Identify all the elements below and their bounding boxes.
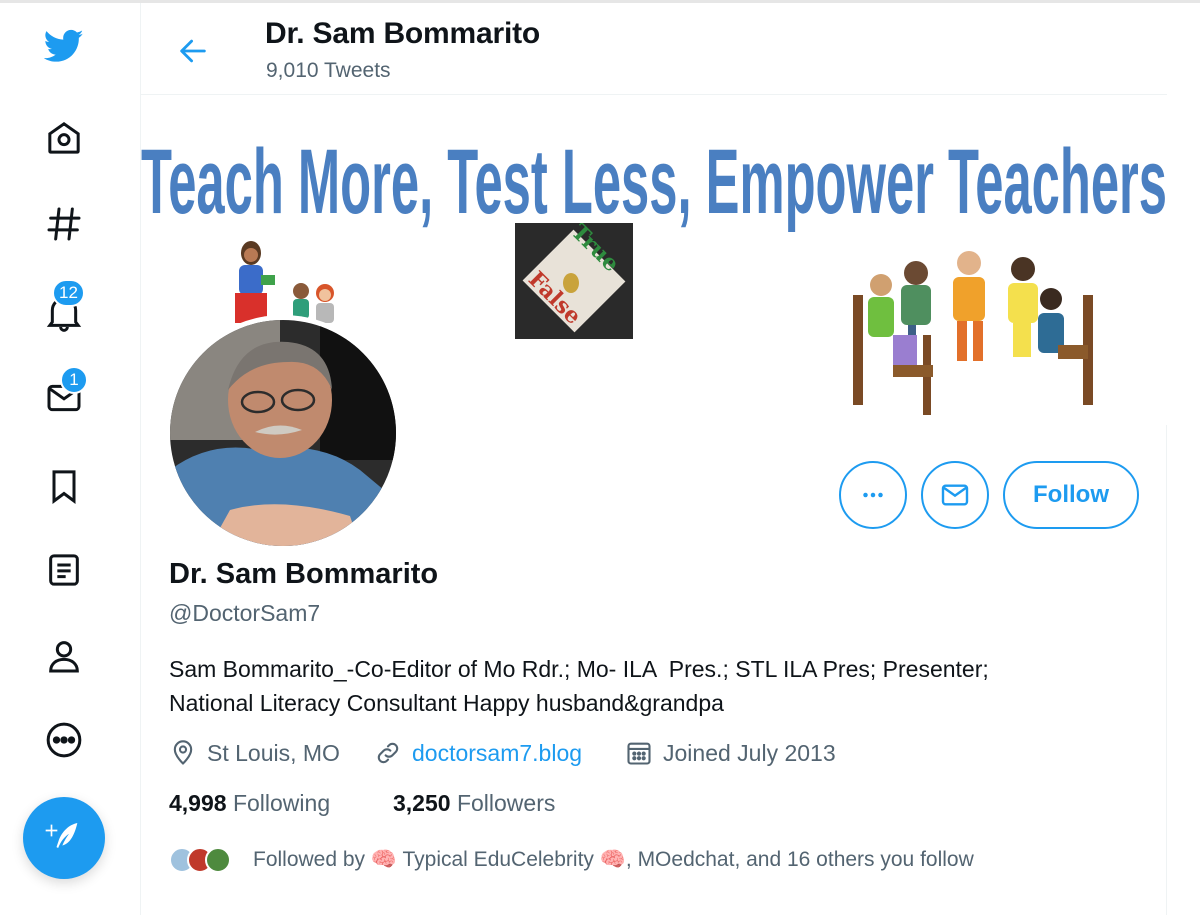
more-icon[interactable]	[40, 716, 88, 764]
banner-headline: Teach More, Test Less, Empower Teachers	[141, 131, 1167, 233]
profile-joined: Joined July 2013	[625, 736, 836, 770]
profile-avatar[interactable]	[165, 315, 401, 551]
followers-stat[interactable]: 3,250 Followers	[393, 790, 555, 817]
followers-label: Followers	[456, 790, 556, 816]
back-button[interactable]	[171, 29, 215, 73]
true-false-image: True False	[515, 223, 633, 339]
lists-icon[interactable]	[40, 546, 88, 594]
profile-bio: Sam Bommarito_-Co-Editor of Mo Rdr.; Mo-…	[169, 656, 989, 716]
followers-count: 3,250	[393, 790, 451, 816]
header-tweet-count: 9,010 Tweets	[266, 59, 391, 82]
messages-badge: 1	[60, 366, 88, 394]
header-title: Dr. Sam Bommarito	[265, 17, 541, 50]
link-icon	[377, 742, 399, 764]
avatar-photo	[170, 320, 396, 546]
twitter-logo-icon[interactable]	[40, 22, 88, 70]
notifications-badge: 12	[52, 279, 85, 307]
profile-header: Dr. Sam Bommarito 9,010 Tweets	[141, 3, 1167, 95]
compose-tweet-button[interactable]	[23, 797, 105, 879]
bookmarks-icon[interactable]	[40, 462, 88, 510]
profile-handle: @DoctorSam7	[169, 600, 321, 626]
envelope-icon	[941, 484, 969, 506]
avatar-portrait	[170, 320, 396, 546]
followed-by-text: Followed by 🧠 Typical EduCelebrity 🧠, MO…	[253, 848, 974, 871]
location-text: St Louis, MO	[207, 739, 340, 766]
back-arrow-icon	[180, 39, 206, 63]
notifications-bell-icon[interactable]: 12	[40, 279, 88, 336]
joined-text: Joined July 2013	[663, 739, 836, 766]
messages-envelope-icon[interactable]: 1	[40, 366, 88, 422]
calendar-icon	[627, 742, 651, 765]
followed-by-row[interactable]: Followed by 🧠 Typical EduCelebrity 🧠, MO…	[169, 840, 974, 880]
compose-tweet-icon	[45, 823, 78, 848]
svg-text:Teach More, Test Less, Empower: Teach More, Test Less, Empower Teachers	[141, 131, 1167, 233]
profile-icon[interactable]	[40, 632, 88, 680]
explore-hashtag-icon[interactable]	[40, 200, 88, 248]
profile-name: Dr. Sam Bommarito	[169, 558, 439, 590]
home-icon[interactable]	[40, 114, 88, 162]
reading-group-illustration	[853, 251, 1093, 415]
website-link[interactable]: doctorsam7.blog	[412, 740, 582, 767]
more-options-button[interactable]	[839, 461, 907, 529]
location-pin-icon	[173, 740, 193, 765]
follow-button[interactable]: Follow	[1003, 461, 1139, 529]
following-count: 4,998	[169, 790, 227, 816]
sidebar-nav: 12 1	[0, 0, 140, 915]
following-stat[interactable]: 4,998 Following	[169, 790, 330, 817]
profile-website[interactable]: doctorsam7.blog	[374, 736, 582, 770]
following-label: Following	[232, 790, 331, 816]
profile-location: St Louis, MO	[169, 736, 340, 770]
follower-avatar	[205, 847, 231, 873]
message-button[interactable]	[921, 461, 989, 529]
more-horizontal-icon	[863, 492, 883, 498]
